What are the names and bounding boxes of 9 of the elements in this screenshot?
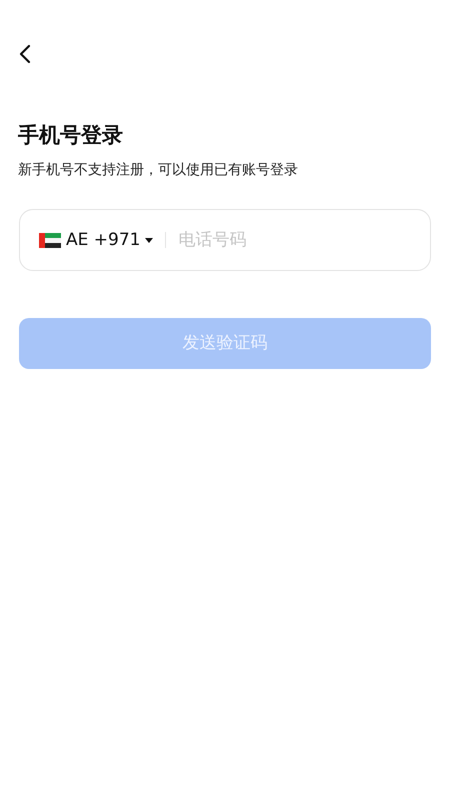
back-icon[interactable]	[18, 44, 32, 64]
caret-icon	[145, 238, 154, 243]
flag-icon	[39, 232, 61, 248]
phone-input[interactable]: 电话号码	[178, 228, 411, 253]
phone-field[interactable]: AE +971 电话号码	[19, 209, 431, 272]
page-title: 手机号登录	[18, 122, 124, 148]
country-code: AE +971	[66, 228, 140, 252]
subtitle: 新手机号不支持注册，可以使用已有账号登录	[18, 161, 299, 180]
country-code-selector[interactable]: AE +971	[39, 228, 154, 253]
